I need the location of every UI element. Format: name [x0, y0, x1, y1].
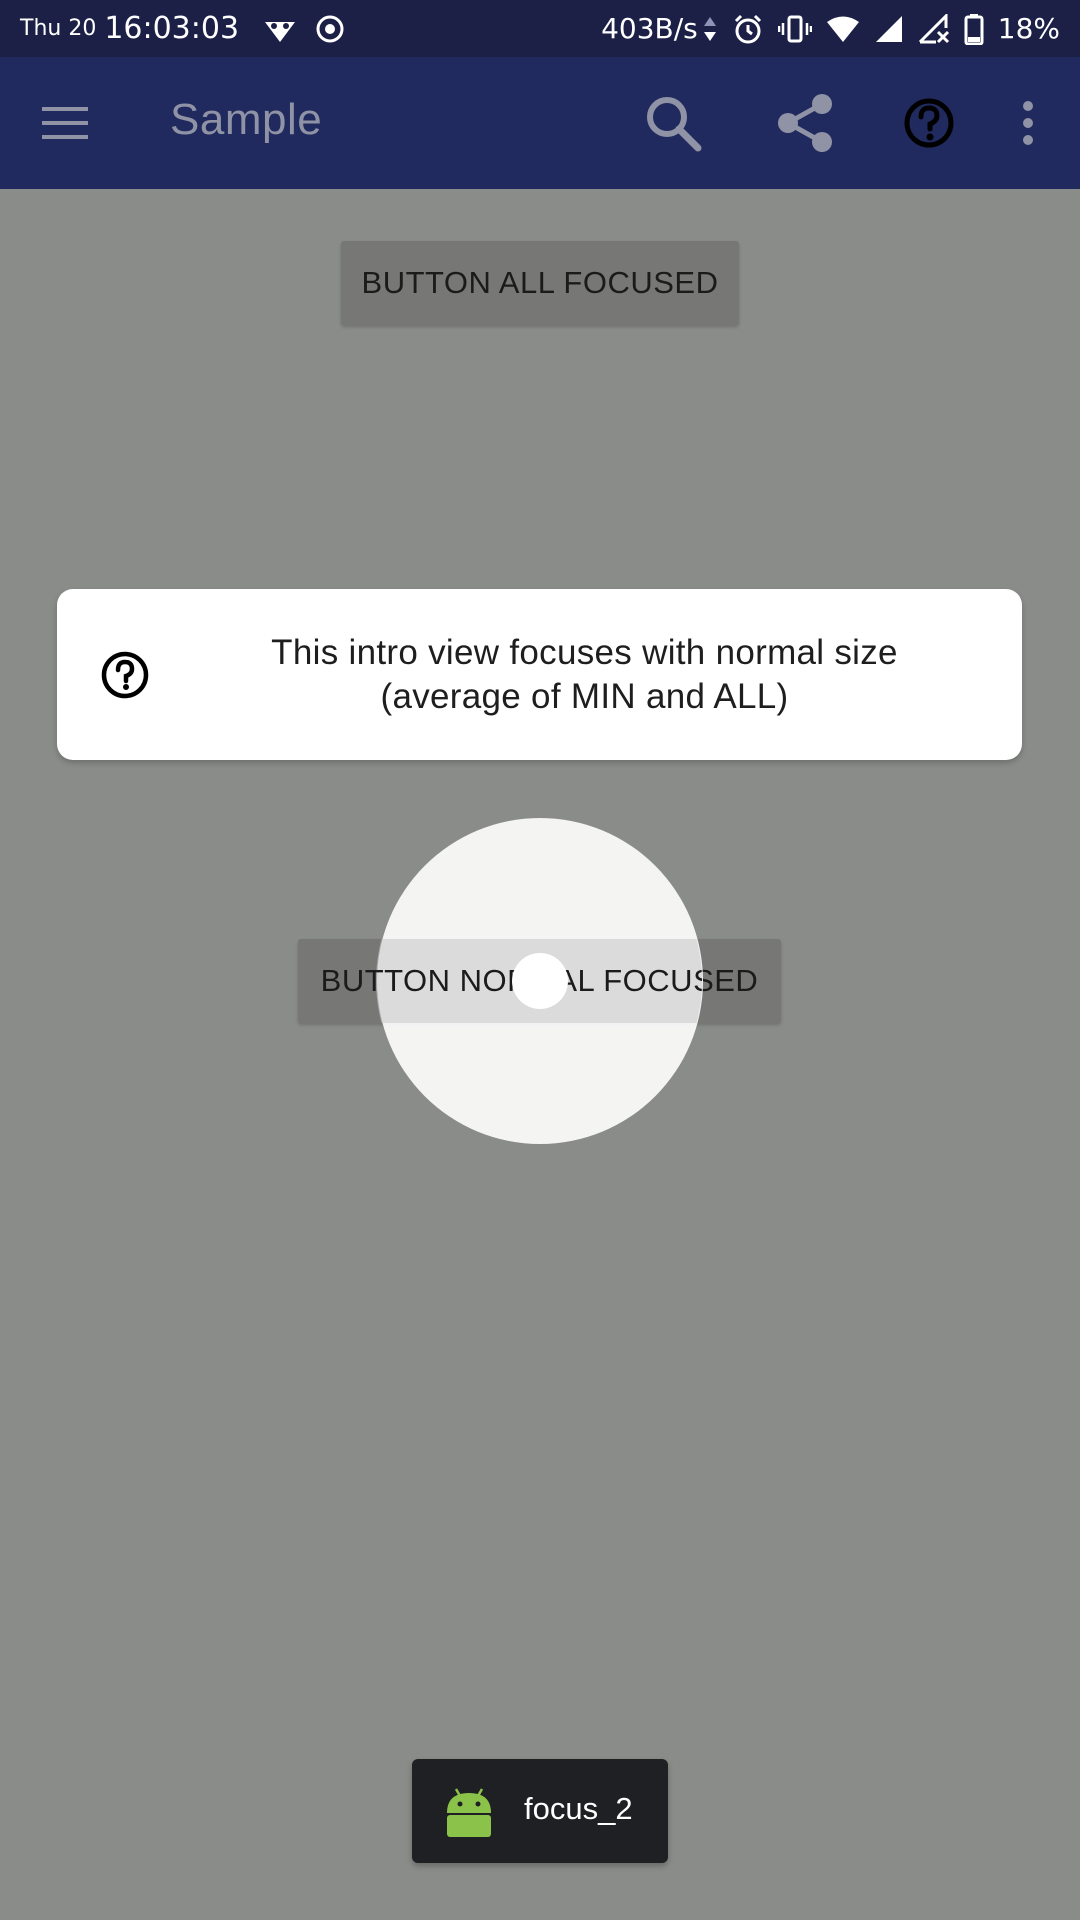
- status-time: 16:03:03: [104, 11, 240, 46]
- status-day: Thu 20: [20, 16, 97, 41]
- status-bar-left: Thu 20 16:03:03: [20, 0, 363, 57]
- status-bar: Thu 20 16:03:03 403B/s 18%: [0, 0, 1080, 57]
- more-vert-icon[interactable]: [1010, 90, 1046, 156]
- net-speed: 403B/s: [601, 12, 698, 45]
- battery-percent: 18%: [997, 12, 1060, 45]
- toast-text: focus_2: [524, 1791, 633, 1826]
- intro-text-line2: (average of MIN and ALL): [380, 677, 789, 716]
- help-icon[interactable]: [896, 90, 962, 156]
- share-icon[interactable]: [772, 90, 838, 156]
- search-icon[interactable]: [640, 90, 706, 156]
- menu-icon[interactable]: [42, 103, 88, 143]
- signal-icon: [874, 14, 904, 44]
- wifi-icon: [826, 15, 860, 43]
- intro-text-line1: This intro view focuses with normal size: [271, 633, 898, 672]
- vibrate-icon: [777, 14, 812, 44]
- data-arrows-icon: [702, 14, 718, 44]
- status-bar-right: 403B/s 18%: [601, 0, 1060, 57]
- app-bar: Sample: [0, 57, 1080, 189]
- incognito-icon: [263, 14, 297, 44]
- help-outline-icon: [99, 649, 151, 701]
- app-title: Sample: [170, 95, 323, 144]
- signal-no-sim-icon: [918, 13, 950, 44]
- intro-text: This intro view focuses with normal size…: [187, 631, 982, 719]
- battery-icon: [964, 13, 984, 45]
- record-icon: [315, 14, 345, 44]
- focus-pulse-dot: [512, 953, 568, 1009]
- intro-card: This intro view focuses with normal size…: [57, 589, 1022, 760]
- android-icon: [444, 1785, 494, 1839]
- button-all-focused[interactable]: BUTTON ALL FOCUSED: [341, 241, 739, 325]
- alarm-icon: [732, 13, 764, 45]
- toast: focus_2: [412, 1759, 668, 1863]
